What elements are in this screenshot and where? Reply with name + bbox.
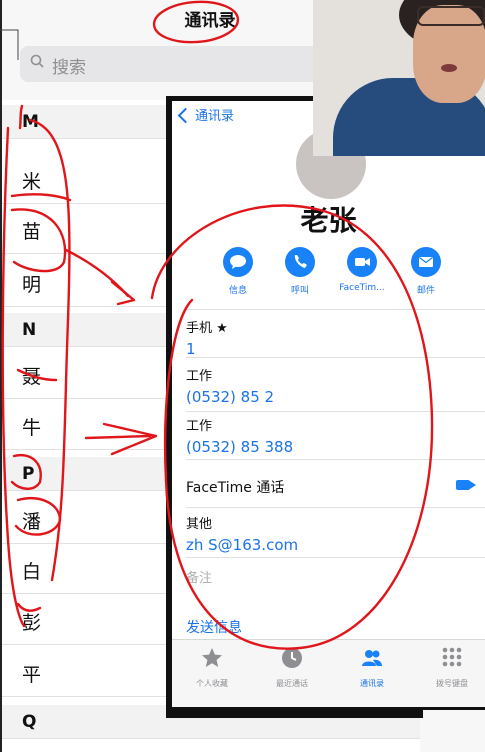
left-edge bbox=[0, 0, 2, 752]
message-button[interactable]: 信息 bbox=[212, 247, 264, 296]
call-label: 呼叫 bbox=[290, 286, 309, 296]
work-phone-field-2[interactable]: 工作 (0532) 85 388 bbox=[186, 415, 476, 456]
send-message-link[interactable]: 发送信息 bbox=[186, 617, 242, 637]
tab-label: 通讯录 bbox=[360, 679, 384, 688]
tab-bar: 个人收藏 最近通话 通讯录 拨号键盘 bbox=[172, 639, 485, 707]
facetime-label: FaceTim... bbox=[339, 283, 385, 293]
mobile-value[interactable]: 1 bbox=[186, 340, 476, 358]
message-label: 信息 bbox=[228, 286, 247, 296]
chevron-left-icon bbox=[177, 107, 194, 124]
mail-label: 邮件 bbox=[416, 286, 435, 296]
call-button[interactable]: 呼叫 bbox=[274, 247, 326, 296]
divider bbox=[186, 557, 485, 558]
mail-icon bbox=[411, 247, 441, 277]
video-icon bbox=[347, 247, 377, 277]
back-label: 通讯录 bbox=[195, 109, 235, 124]
mobile-field[interactable]: 手机 ★ 1 bbox=[186, 317, 476, 358]
work-label-1: 工作 bbox=[186, 369, 213, 384]
other-email-field[interactable]: 其他 zh S@163.com bbox=[186, 513, 476, 554]
tab-contacts[interactable]: 通讯录 bbox=[342, 646, 402, 689]
facetime-video-icon[interactable] bbox=[456, 480, 476, 490]
keypad-icon bbox=[442, 647, 462, 667]
contact-name: 老张 bbox=[300, 204, 357, 237]
work-phone-field-1[interactable]: 工作 (0532) 85 2 bbox=[186, 365, 476, 406]
divider bbox=[186, 411, 485, 412]
contacts-icon bbox=[362, 650, 382, 666]
work-label-2: 工作 bbox=[186, 419, 213, 434]
tab-keypad[interactable]: 拨号键盘 bbox=[422, 646, 482, 689]
other-label: 其他 bbox=[186, 517, 213, 532]
tab-label: 个人收藏 bbox=[196, 679, 228, 688]
work-value-2[interactable]: (0532) 85 388 bbox=[186, 438, 476, 456]
search-icon bbox=[30, 54, 44, 68]
star-icon bbox=[202, 648, 222, 667]
facetime-call-label[interactable]: FaceTime 通话 bbox=[186, 477, 284, 497]
clock-icon bbox=[282, 648, 302, 668]
divider bbox=[186, 459, 485, 460]
facetime-button[interactable]: FaceTim... bbox=[336, 247, 388, 293]
search-placeholder: 搜索 bbox=[52, 58, 86, 78]
mobile-label: 手机 ★ bbox=[186, 321, 228, 336]
other-value[interactable]: zh S@163.com bbox=[186, 536, 476, 554]
search-input[interactable]: 搜索 bbox=[20, 46, 320, 82]
notes-field[interactable]: 备注 bbox=[186, 567, 212, 586]
work-value-1[interactable]: (0532) 85 2 bbox=[186, 388, 476, 406]
tab-recents[interactable]: 最近通话 bbox=[262, 646, 322, 689]
back-button[interactable]: 通讯录 bbox=[177, 105, 235, 124]
tab-label: 最近通话 bbox=[276, 679, 308, 688]
divider bbox=[186, 309, 485, 310]
phone-icon bbox=[285, 247, 315, 277]
tab-favorites[interactable]: 个人收藏 bbox=[182, 646, 242, 689]
divider bbox=[186, 357, 485, 358]
mail-button[interactable]: 邮件 bbox=[400, 247, 452, 296]
phone-frame-bottom bbox=[166, 710, 423, 718]
contact-detail-screen: 通讯录 老张 信息 呼叫 FaceTim... 邮件 手机 ★ 1 工作 (05… bbox=[172, 101, 485, 707]
divider bbox=[186, 507, 485, 508]
tab-label: 拨号键盘 bbox=[436, 679, 468, 688]
webcam-overlay bbox=[313, 0, 485, 156]
message-icon bbox=[223, 247, 253, 277]
